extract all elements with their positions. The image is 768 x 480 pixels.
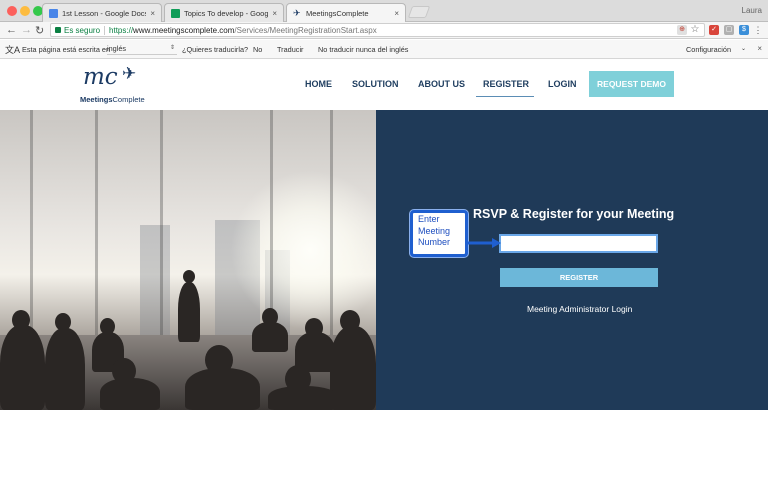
nav-solution[interactable]: SOLUTION <box>352 79 399 89</box>
bookmark-star-icon[interactable]: ☆ <box>690 25 700 35</box>
new-tab-button[interactable] <box>407 6 431 18</box>
attendee-silhouette <box>185 368 260 410</box>
nav-register[interactable]: REGISTER <box>483 79 529 89</box>
annotation-arrow-icon <box>467 238 501 248</box>
translate-icon: 文A <box>5 45 21 55</box>
profile-name[interactable]: Laura <box>742 6 762 15</box>
meetingscomplete-logo[interactable]: mc ✈ MeetingsComplete <box>80 64 150 108</box>
meeting-number-input[interactable] <box>499 234 658 253</box>
active-nav-underline <box>476 96 534 97</box>
no-button[interactable]: No <box>253 45 262 54</box>
attendee-silhouette <box>0 325 45 410</box>
logo-mark: mc <box>83 64 118 90</box>
attendee-silhouette <box>268 386 338 410</box>
url-host: www.meetingscomplete.com <box>133 25 235 35</box>
translate-icon[interactable]: ⊕ <box>677 25 687 35</box>
registration-title: RSVP & Register for your Meeting <box>473 207 675 221</box>
presenter-silhouette <box>178 282 200 342</box>
back-arrow-icon[interactable]: ← <box>6 24 17 36</box>
sun-glow <box>230 170 376 330</box>
logo-text-rest: Complete <box>112 95 145 104</box>
airplane-icon: ✈ <box>293 7 301 18</box>
browser-tab-meetingscomplete[interactable]: ✈ MeetingsComplete × <box>286 3 406 22</box>
divider <box>104 25 106 35</box>
airplane-icon: ✈ <box>122 64 137 83</box>
attendee-silhouette <box>100 378 160 410</box>
request-demo-button[interactable]: REQUEST DEMO <box>589 71 674 97</box>
callout-line: Number <box>418 237 451 247</box>
extension-gray-icon[interactable]: ▢ <box>724 25 734 35</box>
chevron-down-icon[interactable]: ⌄ <box>741 45 746 52</box>
language-select[interactable]: inglés ⇕ <box>107 43 177 55</box>
browser-tab-docs[interactable]: 1st Lesson - Google Docs × <box>42 3 162 22</box>
address-bar-row: ← → ↻ Es seguro https:// www.meetingscom… <box>0 22 768 39</box>
hero-meeting-photo <box>0 110 376 410</box>
browser-tab-strip: 1st Lesson - Google Docs × Topics To dev… <box>0 0 768 22</box>
chevron-updown-icon: ⇕ <box>169 45 175 51</box>
register-button[interactable]: REGISTER <box>500 268 658 287</box>
extension-red-icon[interactable]: ✓ <box>709 25 719 35</box>
nav-home[interactable]: HOME <box>305 79 332 89</box>
browser-tab-sheets[interactable]: Topics To develop - Google Sh × <box>164 3 284 22</box>
tab-title: 1st Lesson - Google Docs <box>62 8 147 18</box>
url-bar[interactable]: Es seguro https:// www.meetingscomplete.… <box>50 23 705 37</box>
registration-panel <box>376 110 768 410</box>
translate-bar: 文A Esta página está escrita en inglés ⇕ … <box>0 40 768 59</box>
attendee-silhouette <box>252 322 288 352</box>
url-path: /Services/MeetingRegistrationStart.aspx <box>234 25 377 35</box>
google-docs-icon <box>49 8 58 18</box>
callout-line: Enter <box>418 214 440 224</box>
secure-label: Es seguro <box>64 25 101 35</box>
close-tab-icon[interactable]: × <box>150 9 155 18</box>
close-tab-icon[interactable]: × <box>394 9 399 18</box>
never-translate-button[interactable]: No traducir nunca del inglés <box>318 45 408 54</box>
translate-settings-button[interactable]: Configuración <box>686 45 731 54</box>
translate-button[interactable]: Traducir <box>277 45 304 54</box>
register-button-label: REGISTER <box>559 273 599 282</box>
language-value: inglés <box>107 44 127 53</box>
minimize-window-button[interactable] <box>20 6 30 16</box>
tab-title: Topics To develop - Google Sh <box>184 8 269 18</box>
close-tab-icon[interactable]: × <box>272 9 277 18</box>
translate-question: ¿Quieres traducirla? <box>182 45 249 54</box>
close-icon[interactable]: × <box>757 44 762 53</box>
nav-login[interactable]: LOGIN <box>548 79 577 89</box>
annotation-callout: Enter Meeting Number <box>410 210 468 257</box>
logo-wordmark: MeetingsComplete <box>80 95 145 104</box>
close-window-button[interactable] <box>7 6 17 16</box>
google-sheets-icon <box>171 8 180 18</box>
forward-arrow-icon[interactable]: → <box>21 24 32 36</box>
extension-blue-icon[interactable]: $ <box>739 25 749 35</box>
secure-indicator[interactable]: Es seguro <box>55 26 100 35</box>
logo-text-bold: Meetings <box>80 95 113 104</box>
url-scheme: https:// <box>109 25 134 35</box>
admin-login-link[interactable]: Meeting Administrator Login <box>527 304 632 314</box>
menu-icon[interactable]: ⋮ <box>753 25 763 35</box>
tab-title: MeetingsComplete <box>306 8 369 18</box>
attendee-silhouette <box>45 328 85 410</box>
callout-line: Meeting <box>418 225 451 236</box>
page-language-label: Esta página está escrita en <box>22 45 111 54</box>
reload-icon[interactable]: ↻ <box>35 24 44 37</box>
nav-about-us[interactable]: ABOUT US <box>418 79 465 89</box>
page-blank-area <box>0 410 768 480</box>
request-demo-label: REQUEST DEMO <box>597 79 666 89</box>
lock-icon <box>55 27 61 33</box>
city-tower <box>140 225 170 345</box>
